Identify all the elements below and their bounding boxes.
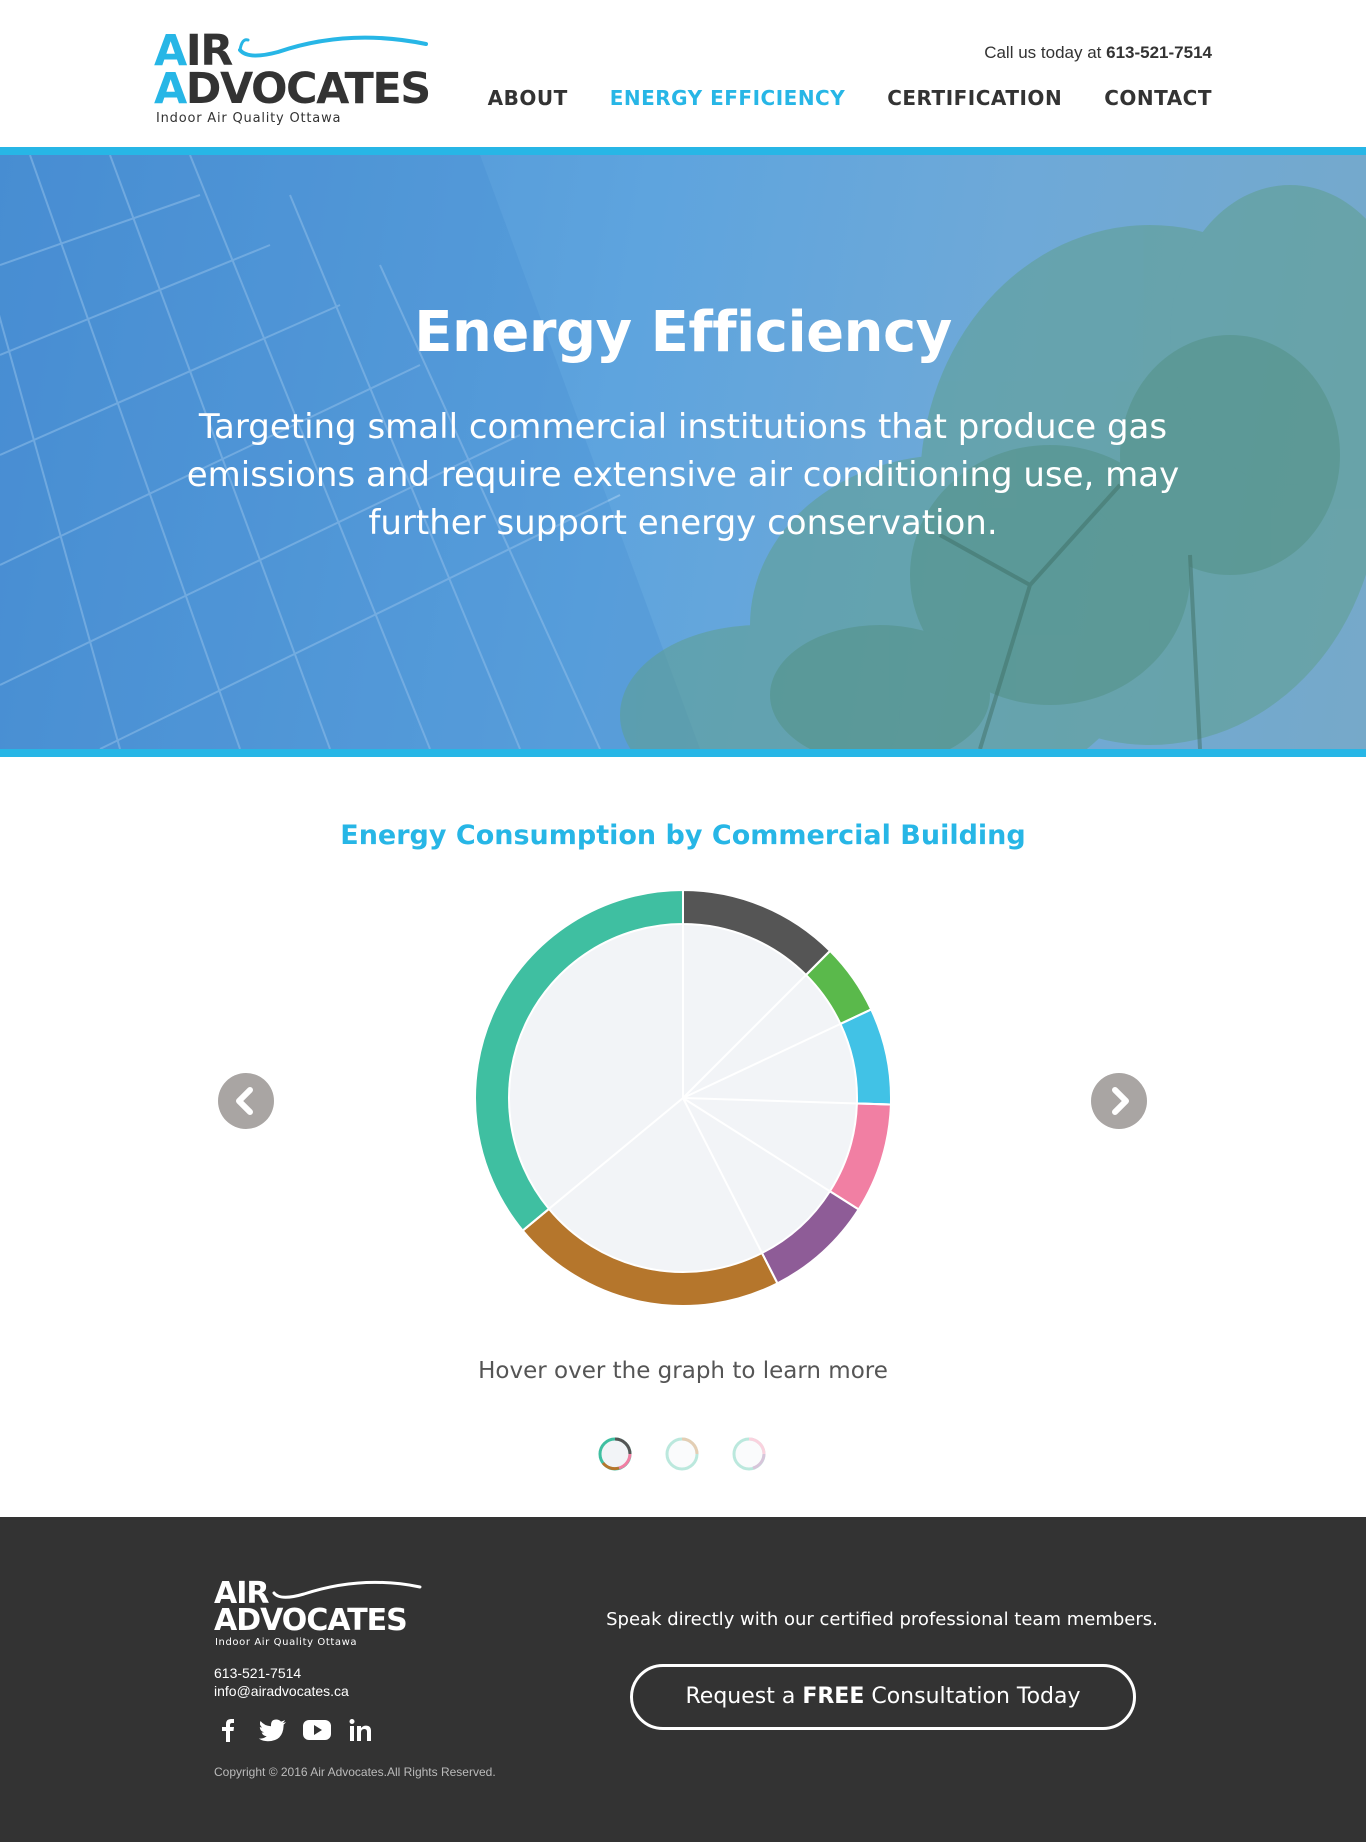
cta-suffix: Consultation Today xyxy=(871,1684,1081,1709)
chevron-left-icon xyxy=(236,1087,253,1115)
site-logo[interactable]: AIR ADVOCATES Indoor Air Quality Ottawa xyxy=(154,26,431,130)
cta-prefix: Request a xyxy=(685,1684,796,1709)
twitter-icon[interactable] xyxy=(258,1717,288,1743)
nav-item-contact[interactable]: CONTACT xyxy=(1104,86,1212,110)
chevron-right-icon xyxy=(1112,1087,1129,1115)
footer-contact: 613-521-7514 info@airadvocates.ca xyxy=(214,1664,349,1700)
pagination-dot-2[interactable] xyxy=(664,1436,700,1472)
carousel-next-button[interactable] xyxy=(1091,1073,1147,1129)
footer-speak-text: Speak directly with our certified profes… xyxy=(606,1609,1158,1630)
facebook-icon[interactable] xyxy=(214,1717,244,1743)
hero-title: Energy Efficiency xyxy=(414,300,952,365)
cta-bold: FREE xyxy=(802,1684,865,1709)
footer-logo-tagline: Indoor Air Quality Ottawa xyxy=(215,1637,358,1648)
footer-logo-swoosh-icon xyxy=(272,1580,422,1599)
logo-line-2: ADVOCATES xyxy=(154,64,431,114)
phone-prefix: Call us today at xyxy=(984,43,1102,62)
main-nav: ABOUT ENERGY EFFICIENCY CERTIFICATION CO… xyxy=(488,86,1212,110)
hero-text: Targeting small commercial institutions … xyxy=(186,407,1180,543)
phone-number[interactable]: 613-521-7514 xyxy=(1106,43,1212,62)
chart-hint: Hover over the graph to learn more xyxy=(478,1358,888,1384)
footer-email[interactable]: info@airadvocates.ca xyxy=(214,1682,349,1700)
carousel-pagination xyxy=(597,1436,769,1472)
pagination-dot-1[interactable] xyxy=(597,1436,633,1472)
nav-item-about[interactable]: ABOUT xyxy=(488,86,568,110)
chart-title: Energy Consumption by Commercial Buildin… xyxy=(340,820,1026,851)
nav-item-certification[interactable]: CERTIFICATION xyxy=(887,86,1062,110)
youtube-icon[interactable] xyxy=(302,1717,332,1743)
nav-item-energy-efficiency[interactable]: ENERGY EFFICIENCY xyxy=(610,86,846,110)
hero-banner: Energy Efficiency Targeting small commer… xyxy=(0,147,1366,757)
copyright-text: Copyright © 2016 Air Advocates.All Right… xyxy=(214,1765,496,1779)
free-consultation-button[interactable]: Request a FREE Consultation Today xyxy=(630,1664,1136,1730)
site-header: AIR ADVOCATES Indoor Air Quality Ottawa … xyxy=(0,0,1366,147)
social-links xyxy=(214,1717,376,1743)
logo-swoosh-icon xyxy=(238,35,428,58)
footer-logo[interactable]: AIR ADVOCATES Indoor Air Quality Ottawa xyxy=(214,1577,422,1657)
footer-phone[interactable]: 613-521-7514 xyxy=(214,1664,349,1682)
footer-logo-line-2: ADVOCATES xyxy=(214,1603,408,1638)
linkedin-icon[interactable] xyxy=(346,1717,376,1743)
logo-tagline: Indoor Air Quality Ottawa xyxy=(156,111,342,126)
header-phone: Call us today at 613-521-7514 xyxy=(984,43,1212,63)
carousel-prev-button[interactable] xyxy=(218,1073,274,1129)
pagination-dot-3[interactable] xyxy=(731,1436,767,1472)
energy-consumption-chart[interactable] xyxy=(473,888,893,1308)
